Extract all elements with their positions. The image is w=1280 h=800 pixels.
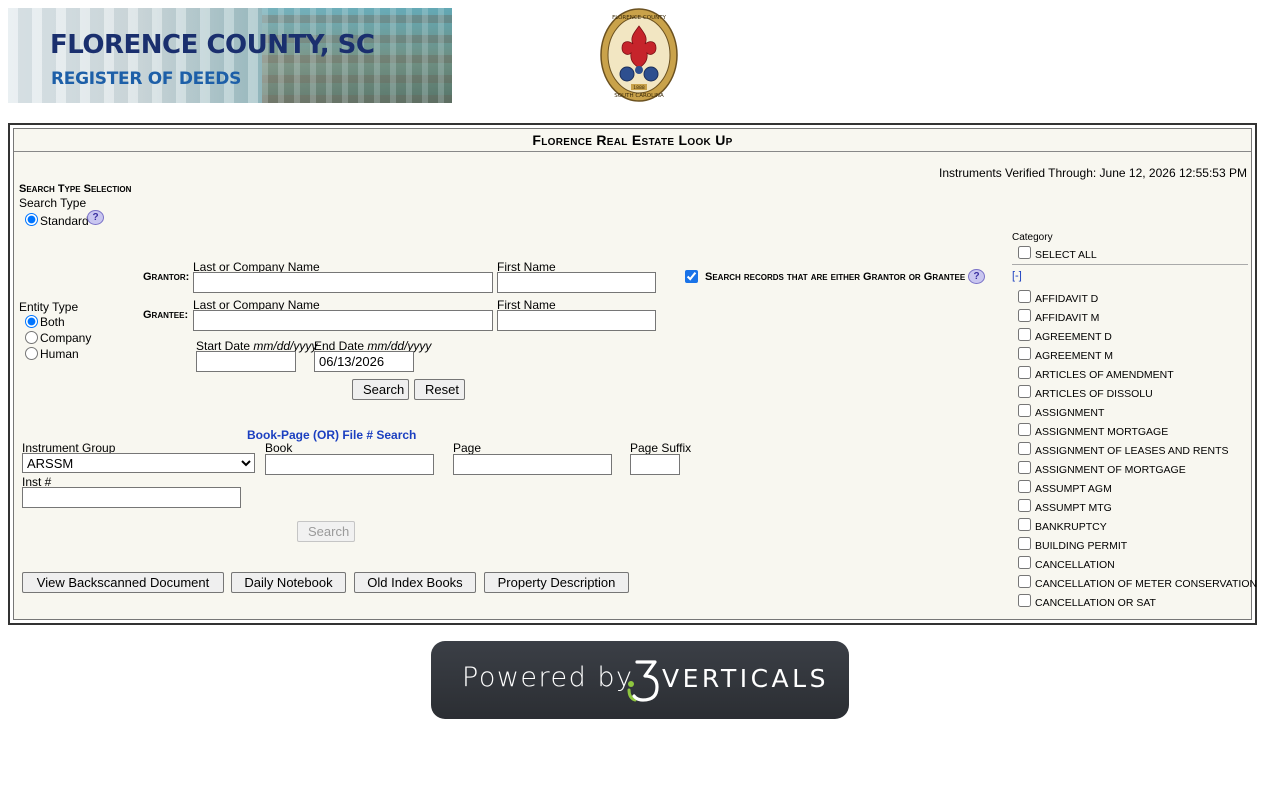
category-item-label: ASSUMPT MTG <box>1035 502 1112 514</box>
category-divider <box>1012 264 1248 265</box>
standard-search-label: Standard <box>40 214 89 228</box>
category-item-checkbox[interactable] <box>1018 366 1031 379</box>
category-item-label: ARTICLES OF AMENDMENT <box>1035 369 1174 381</box>
entity-type-label: Entity Type <box>19 300 79 314</box>
page-suffix-input[interactable] <box>630 454 680 475</box>
register-of-deeds-banner: FLORENCE COUNTY, SC REGISTER OF DEEDS <box>8 8 452 103</box>
grantor-label: Grantor: <box>143 271 190 283</box>
category-label: Category <box>1012 232 1053 243</box>
banner-subtitle: REGISTER OF DEEDS <box>51 69 242 89</box>
verticals-brand-text: VERTICALS <box>662 664 829 693</box>
verified-through-text: Instruments Verified Through: June 12, 2… <box>939 166 1247 180</box>
category-item-checkbox[interactable] <box>1018 461 1031 474</box>
category-item-checkbox[interactable] <box>1018 328 1031 341</box>
category-item-label: ASSIGNMENT <box>1035 407 1105 419</box>
svg-text:FLORENCE COUNTY: FLORENCE COUNTY <box>612 15 667 21</box>
instrument-group-select[interactable]: ARSSM <box>22 453 255 473</box>
category-item-checkbox[interactable] <box>1018 480 1031 493</box>
category-item-label: ASSIGNMENT OF MORTGAGE <box>1035 464 1186 476</box>
category-item-label: CANCELLATION OF METER CONSERVATION <box>1035 578 1258 590</box>
inst-number-input[interactable] <box>22 487 241 508</box>
category-item-checkbox[interactable] <box>1018 594 1031 607</box>
category-item-label: BANKRUPTCY <box>1035 521 1107 533</box>
category-item-checkbox[interactable] <box>1018 537 1031 550</box>
category-item-checkbox[interactable] <box>1018 404 1031 417</box>
select-all-label: SELECT ALL <box>1035 249 1097 261</box>
category-item-label: CANCELLATION <box>1035 559 1115 571</box>
search-button[interactable]: Search <box>352 379 409 400</box>
standard-search-radio[interactable] <box>25 213 38 226</box>
search-type-label: Search Type <box>19 196 87 210</box>
category-item-label: AGREEMENT M <box>1035 350 1113 362</box>
entity-human-radio[interactable] <box>25 347 38 360</box>
view-backscanned-document-button[interactable]: View Backscanned Document <box>22 572 224 593</box>
property-description-button[interactable]: Property Description <box>484 572 629 593</box>
banner-county-title: FLORENCE COUNTY, SC <box>50 30 375 60</box>
powered-by-badge[interactable]: Powered by VERTICALS <box>431 641 849 719</box>
category-collapse-toggle[interactable]: [-] <box>1012 270 1022 282</box>
end-date-input[interactable] <box>314 351 414 372</box>
page-input[interactable] <box>453 454 612 475</box>
search-type-heading: Search Type Selection <box>19 183 132 195</box>
either-grantor-grantee-checkbox[interactable] <box>685 270 698 283</box>
category-item-checkbox[interactable] <box>1018 442 1031 455</box>
select-all-checkbox[interactable] <box>1018 246 1031 259</box>
either-help-icon[interactable]: ? <box>968 269 985 284</box>
category-item-checkbox[interactable] <box>1018 575 1031 588</box>
category-item-checkbox[interactable] <box>1018 290 1031 303</box>
grantee-first-name-input[interactable] <box>497 310 656 331</box>
category-item-label: AGREEMENT D <box>1035 331 1112 343</box>
category-item-label: ASSIGNMENT OF LEASES AND RENTS <box>1035 445 1229 457</box>
old-index-books-button[interactable]: Old Index Books <box>354 572 476 593</box>
powered-by-text: Powered by <box>462 662 634 693</box>
category-item-label: CANCELLATION OR SAT <box>1035 597 1156 609</box>
either-grantor-grantee-label: Search records that are either Grantor o… <box>705 271 966 283</box>
category-item-label: BUILDING PERMIT <box>1035 540 1128 552</box>
book-page-search-heading[interactable]: Book-Page (OR) File # Search <box>247 428 416 442</box>
grantor-last-name-input[interactable] <box>193 272 493 293</box>
book-label: Book <box>265 441 293 455</box>
category-item-checkbox[interactable] <box>1018 309 1031 322</box>
reset-button[interactable]: Reset <box>414 379 465 400</box>
entity-company-label: Company <box>40 331 92 345</box>
category-item-label: ASSIGNMENT MORTGAGE <box>1035 426 1169 438</box>
svg-text:1888: 1888 <box>633 85 645 91</box>
category-item-checkbox[interactable] <box>1018 499 1031 512</box>
start-date-input[interactable] <box>196 351 296 372</box>
daily-notebook-button[interactable]: Daily Notebook <box>231 572 346 593</box>
svg-text:SOUTH CAROLINA: SOUTH CAROLINA <box>614 93 664 99</box>
page-label: Page <box>453 441 482 455</box>
category-item-checkbox[interactable] <box>1018 518 1031 531</box>
category-item-label: AFFIDAVIT M <box>1035 312 1100 324</box>
entity-both-label: Both <box>40 315 65 329</box>
category-item-label: ARTICLES OF DISSOLU <box>1035 388 1153 400</box>
entity-human-label: Human <box>40 347 79 361</box>
grantee-last-name-input[interactable] <box>193 310 493 331</box>
book-search-button[interactable]: Search <box>297 521 355 542</box>
entity-company-radio[interactable] <box>25 331 38 344</box>
search-type-help-icon[interactable]: ? <box>87 210 104 225</box>
florence-county-seal-logo: FLORENCE COUNTY SOUTH CAROLINA 1888 <box>600 8 678 102</box>
entity-both-radio[interactable] <box>25 315 38 328</box>
panel-title: Florence Real Estate Look Up <box>14 129 1251 152</box>
page-suffix-label: Page Suffix <box>630 441 692 455</box>
grantee-label: Grantee: <box>143 309 189 321</box>
grantor-first-name-input[interactable] <box>497 272 656 293</box>
category-item-checkbox[interactable] <box>1018 385 1031 398</box>
category-item-checkbox[interactable] <box>1018 423 1031 436</box>
i3-verticals-logo-icon <box>627 660 659 702</box>
book-input[interactable] <box>265 454 434 475</box>
category-item-checkbox[interactable] <box>1018 556 1031 569</box>
category-item-label: ASSUMPT AGM <box>1035 483 1112 495</box>
search-panel: Florence Real Estate Look Up Instruments… <box>8 123 1257 625</box>
category-item-label: AFFIDAVIT D <box>1035 293 1099 305</box>
search-panel-inner: Florence Real Estate Look Up Instruments… <box>13 128 1257 620</box>
category-item-checkbox[interactable] <box>1018 347 1031 360</box>
